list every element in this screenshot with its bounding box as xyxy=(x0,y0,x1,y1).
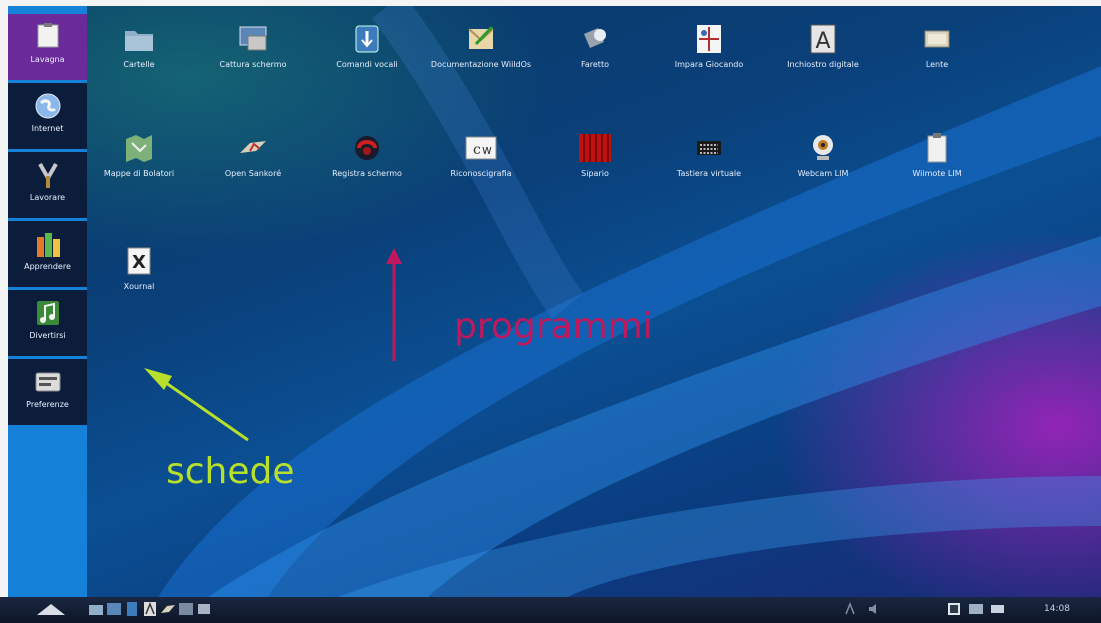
text-taskbar-icon[interactable] xyxy=(142,601,158,617)
battery-tray-icon[interactable] xyxy=(990,601,1006,617)
screenshot-taskbar-icon[interactable] xyxy=(106,601,122,617)
volume-tray-icon[interactable] xyxy=(866,601,882,617)
clock[interactable]: 14:08 xyxy=(1044,604,1070,614)
record-taskbar-icon[interactable] xyxy=(178,601,194,617)
tabs-arrowhead xyxy=(144,368,172,390)
folder-taskbar-icon[interactable] xyxy=(88,601,104,617)
programs-annotation: programmi xyxy=(454,306,653,347)
taskbar: 14:08 xyxy=(0,597,1101,623)
media-taskbar-icon[interactable] xyxy=(196,601,212,617)
document-taskbar-icon[interactable] xyxy=(124,601,140,617)
programs-arrowhead xyxy=(386,248,402,264)
sankore-taskbar-icon[interactable] xyxy=(160,601,176,617)
display-tray-icon[interactable] xyxy=(968,601,984,617)
tabs-arrow xyxy=(155,374,249,442)
network-tray-icon[interactable] xyxy=(842,601,858,617)
window-tray-icon[interactable] xyxy=(946,601,962,617)
tabs-annotation: schede xyxy=(166,451,295,492)
annotation-arrows xyxy=(144,248,402,442)
desktop-screen: Lavagna Internet Lavorare Apprendere Div… xyxy=(8,6,1101,597)
start-menu-icon[interactable] xyxy=(34,601,68,617)
